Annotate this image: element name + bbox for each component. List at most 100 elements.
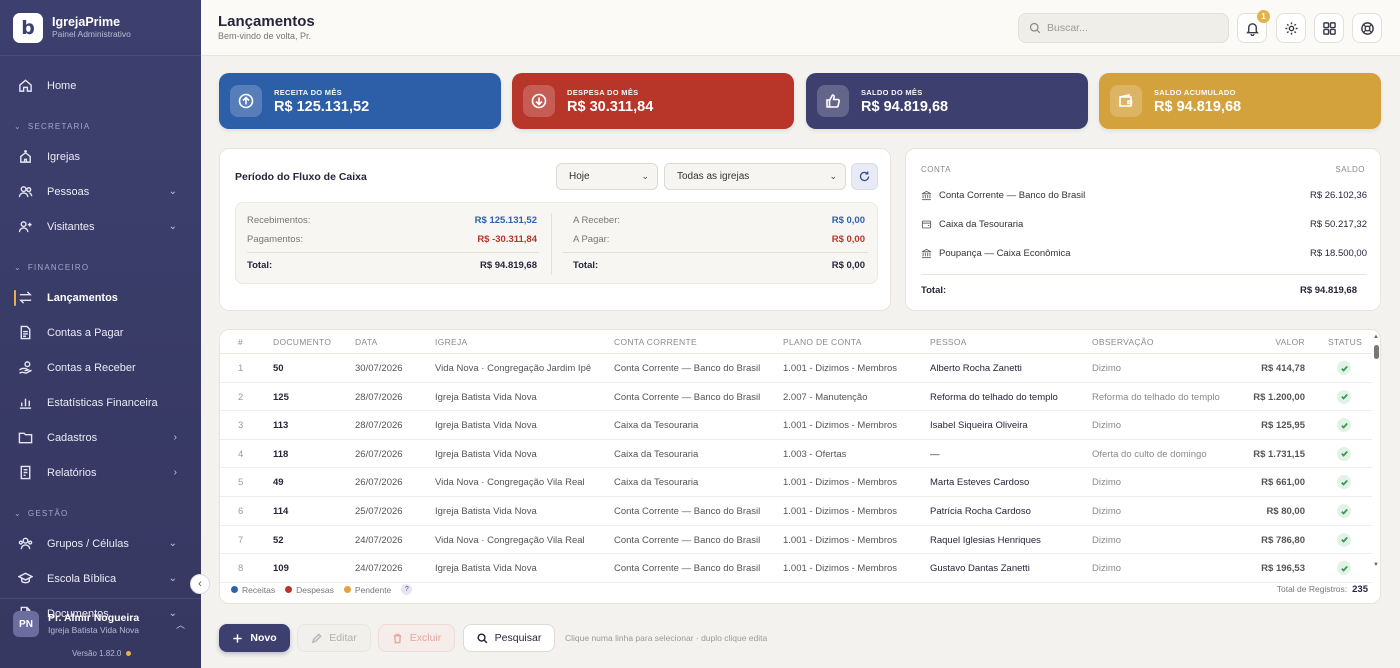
church-filter-select[interactable]: Todas as igrejas ⌄ (664, 163, 846, 190)
summary-card-value: R$ 30.311,84 (567, 98, 654, 115)
legend-label: Receitas (242, 584, 276, 595)
cell-date: 24/07/2026 (355, 563, 403, 575)
column-header-6[interactable]: PESSOA (930, 337, 967, 347)
scroll-down-icon[interactable]: ▼ (1373, 562, 1379, 568)
cashflow-left-label: Recebimentos: (247, 215, 311, 226)
scroll-thumb[interactable] (1374, 345, 1379, 359)
column-header-2[interactable]: DATA (355, 337, 378, 347)
sidebar-item-pessoas[interactable]: Pessoas ⌄ (0, 174, 201, 209)
sidebar-item-escola-biblica[interactable]: Escola Bíblica ⌄ (0, 561, 201, 596)
table-row[interactable]: 6 114 25/07/2026 Igreja Batista Vida Nova Co… (220, 497, 1372, 526)
search-input[interactable] (1047, 22, 1217, 34)
cell-person: Gustavo Dantas Zanetti (930, 563, 1030, 575)
arrow-up-circle-icon (230, 85, 262, 117)
apps-button[interactable] (1314, 13, 1344, 43)
column-header-4[interactable]: CONTA CORRENTE (614, 337, 697, 347)
sidebar-item-visitantes[interactable]: Visitantes ⌄ (0, 209, 201, 244)
cell-obs: Oferta do culto de domingo (1092, 448, 1207, 460)
table-row[interactable]: 1 50 30/07/2026 Vida Nova · Congregação Jar… (220, 354, 1372, 383)
chevron-down-icon: ⌄ (14, 263, 22, 272)
sidebar-item-estatisticas-financeira[interactable]: Estatísticas Financeira (0, 385, 201, 420)
notifications-button[interactable]: 1 (1237, 10, 1270, 43)
table-row[interactable]: 2 125 28/07/2026 Igreja Batista Vida Nova Co… (220, 383, 1372, 412)
settings-button[interactable] (1276, 13, 1306, 43)
summary-card-receita: RECEITA DO MÊS R$ 125.131,52 (219, 73, 501, 129)
column-header-0[interactable]: # (238, 337, 243, 347)
account-row[interactable]: Caixa da Tesouraria R$ 50.217,32 (921, 215, 1367, 233)
users-icon (17, 184, 33, 200)
page-subtitle: Bem-vindo de volta, Pr. (218, 31, 312, 41)
bank-icon (921, 190, 932, 200)
summary-card-saldo-acumulado: SALDO ACUMULADO R$ 94.819,68 (1099, 73, 1381, 129)
cell-obs: Dizimo (1092, 420, 1122, 432)
column-header-9[interactable]: STATUS (1328, 337, 1362, 347)
cell-person: Raquel Iglesias Henriques (930, 534, 1041, 546)
account-row[interactable]: Conta Corrente — Banco do Brasil R$ 26.10… (921, 186, 1367, 204)
chevron-down-icon: ⌄ (168, 538, 177, 549)
table-row[interactable]: 5 49 26/07/2026 Vida Nova · Congregação Vil… (220, 468, 1372, 497)
cell-obs: Dizimo (1092, 506, 1122, 517)
trash-icon (393, 633, 401, 643)
cell-idx: 3 (238, 420, 244, 432)
cell-value: R$ 1.200,00 (1253, 391, 1305, 403)
chevron-up-icon[interactable]: ︿ (176, 618, 185, 631)
new-button[interactable]: Novo (219, 624, 290, 652)
cell-church: Igreja Batista Vida Nova (435, 420, 537, 432)
column-header-8[interactable]: VALOR (1275, 337, 1305, 347)
account-name: Caixa da Tesouraria (939, 218, 1024, 230)
table-row[interactable]: 8 109 24/07/2026 Igreja Batista Vida Nova Co… (220, 554, 1372, 583)
cell-doc: 49 (273, 477, 284, 489)
page-title: Lançamentos (218, 13, 315, 30)
search-box[interactable] (1018, 13, 1229, 43)
sidebar-item-grupos-celulas[interactable]: Grupos / Células ⌄ (0, 526, 201, 561)
thumbs-up-icon (817, 85, 849, 117)
refresh-button[interactable] (851, 163, 878, 190)
refresh-icon (859, 171, 870, 182)
scroll-up-icon[interactable]: ▲ (1373, 334, 1379, 340)
sidebar-item-contas-a-pagar[interactable]: Contas a Pagar (0, 315, 201, 350)
table-header: # DOCUMENTO DATA IGREJA CONTA CORRENTE PLANO … (220, 330, 1372, 354)
help-icon[interactable]: ? (401, 584, 413, 595)
cell-value: R$ 786,80 (1261, 534, 1305, 546)
notification-badge: 1 (1257, 10, 1270, 23)
sidebar-item-label: Escola Bíblica (47, 572, 117, 585)
table-row[interactable]: 3 113 28/07/2026 Igreja Batista Vida Nova Ca… (220, 411, 1372, 440)
column-header-3[interactable]: IGREJA (435, 337, 468, 347)
sidebar-item-label: Cadastros (47, 431, 98, 444)
bar-chart-icon (17, 395, 33, 411)
table-row[interactable]: 7 52 24/07/2026 Vida Nova · Congregação Vil… (220, 526, 1372, 555)
period-select[interactable]: Hoje ⌄ (556, 163, 658, 190)
cashflow-right-label: A Pagar: (573, 234, 610, 245)
sidebar-item-label: Pessoas (47, 185, 90, 198)
summary-card-despesa: DESPESA DO MÊS R$ 30.311,84 (512, 73, 794, 129)
edit-button[interactable]: Editar (297, 624, 371, 652)
sidebar-item-cadastros[interactable]: Cadastros › (0, 420, 201, 455)
cell-doc: 114 (273, 506, 289, 517)
cell-idx: 7 (238, 534, 244, 546)
collapse-sidebar-button[interactable]: ‹ (190, 574, 210, 594)
bank-icon (921, 248, 932, 258)
delete-button[interactable]: Excluir (378, 624, 455, 652)
help-button[interactable] (1352, 13, 1382, 43)
user-panel[interactable]: PN Pr. Almir Nogueira Igreja Batista Vid… (0, 598, 201, 668)
column-header-1[interactable]: DOCUMENTO (273, 337, 331, 347)
home-icon (17, 78, 33, 94)
account-row[interactable]: Poupança — Caixa Econômica R$ 18.500,00 (921, 244, 1367, 262)
table-row[interactable]: 4 118 26/07/2026 Igreja Batista Vida Nova Ca… (220, 440, 1372, 469)
chevron-down-icon: ⌄ (14, 122, 22, 131)
sidebar-item-lancamentos[interactable]: Lançamentos (0, 280, 201, 315)
search-button[interactable]: Pesquisar (463, 624, 555, 652)
sidebar-item-igrejas[interactable]: Igrejas (0, 139, 201, 174)
legend-item: Receitas (231, 585, 275, 595)
column-header-7[interactable]: OBSERVAÇÃO (1092, 337, 1154, 347)
search-icon (477, 632, 488, 643)
cell-plan: 1.001 - Dizimos - Membros (783, 534, 898, 546)
column-header-5[interactable]: PLANO DE CONTA (783, 337, 862, 347)
cell-account: Caixa da Tesouraria (614, 448, 699, 460)
legend-dot (343, 586, 351, 593)
sidebar-item-relatorios[interactable]: Relatórios › (0, 455, 201, 490)
sidebar-item-home[interactable]: Home (0, 68, 201, 103)
table-scrollbar[interactable]: ▲ ▼ (1372, 334, 1380, 572)
sidebar-item-contas-a-receber[interactable]: Contas a Receber (0, 350, 201, 385)
accounts-total-label: Total: (921, 285, 947, 296)
